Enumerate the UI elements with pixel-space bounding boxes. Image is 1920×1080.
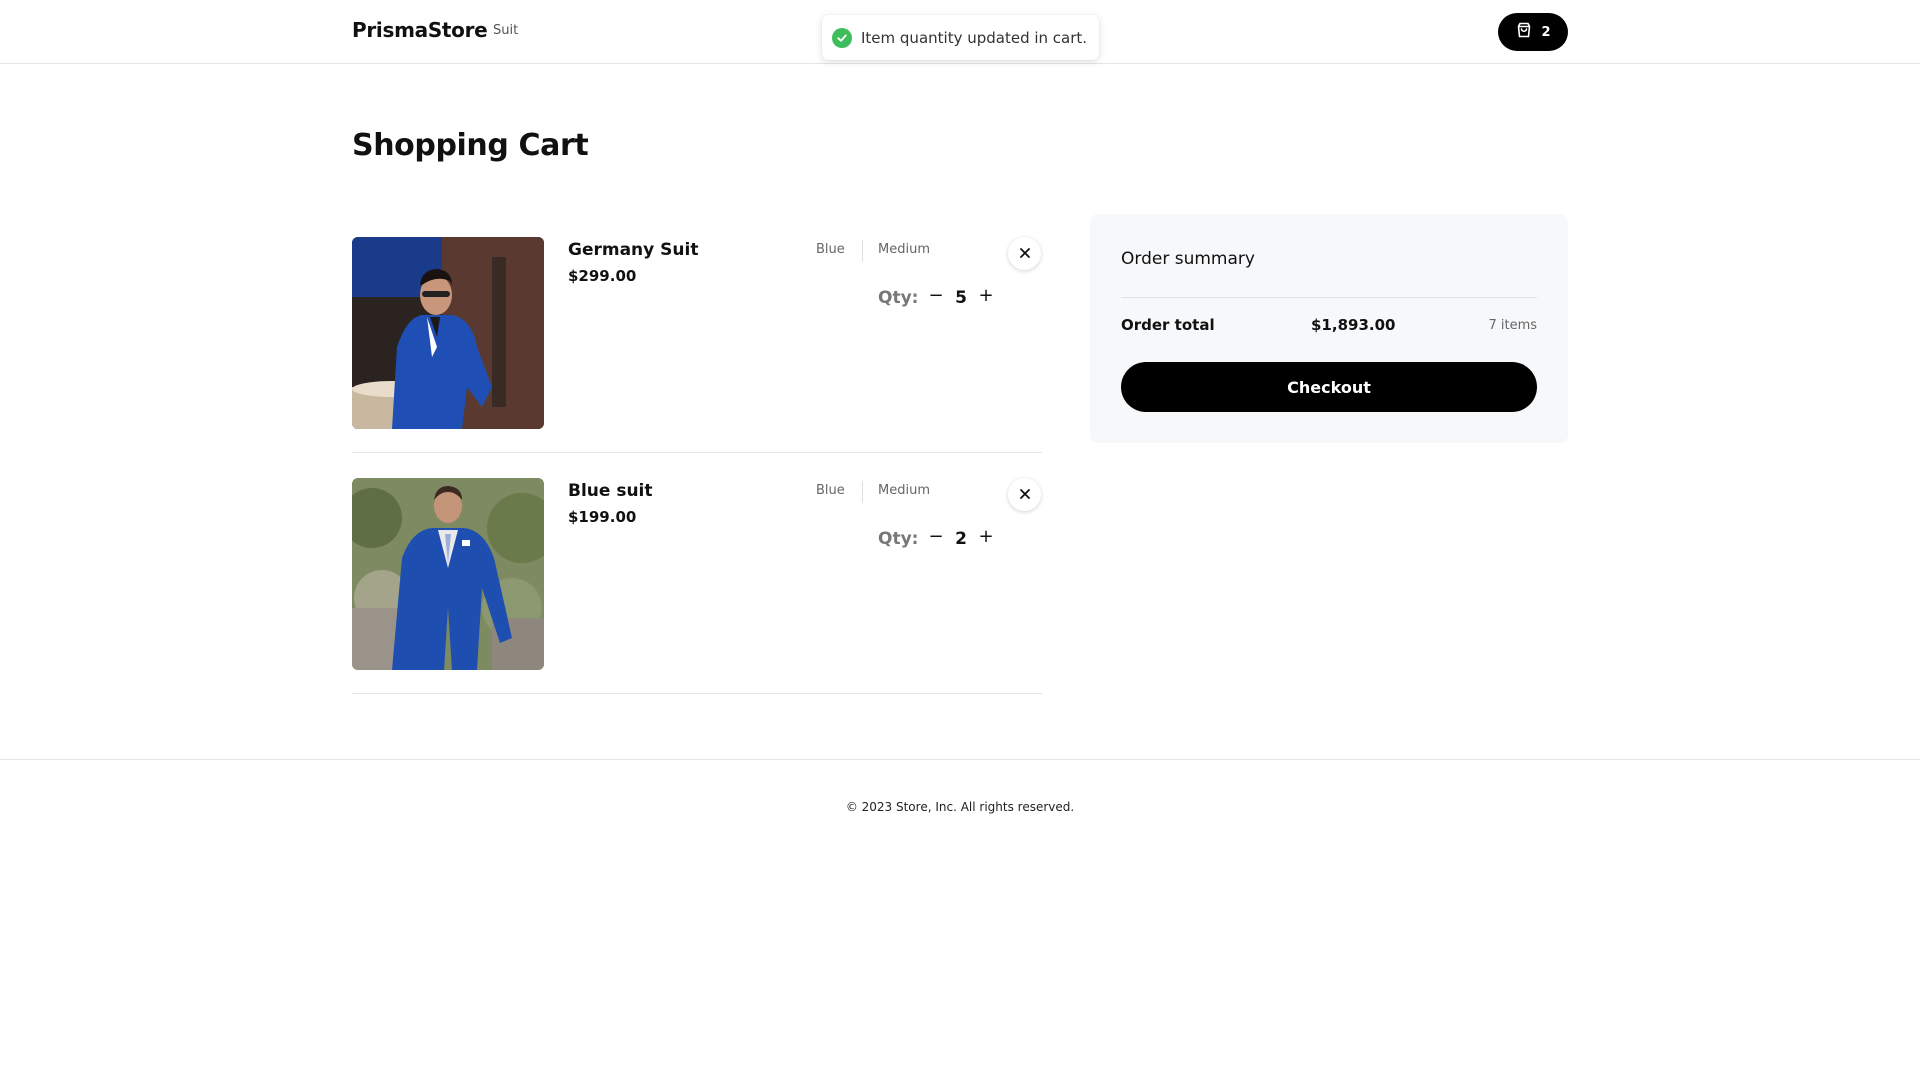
toast-message: Item quantity updated in cart.	[861, 28, 1088, 47]
product-image[interactable]	[352, 237, 544, 429]
cart-button[interactable]: 2	[1498, 13, 1568, 51]
cart-count-badge: 2	[1541, 24, 1551, 40]
product-color: Blue	[816, 242, 845, 257]
quantity-value: 5	[955, 288, 967, 308]
close-icon	[1019, 244, 1031, 263]
product-name[interactable]: Germany Suit	[568, 240, 698, 260]
quantity-label: Qty:	[878, 288, 919, 308]
product-price: $299.00	[568, 267, 637, 285]
order-summary-panel: Order summary Order total $1,893.00 7 it…	[1090, 214, 1568, 443]
page-title: Shopping Cart	[352, 128, 589, 163]
quantity-increase-button[interactable]: +	[976, 285, 996, 309]
nav-link-suit[interactable]: Suit	[493, 23, 518, 38]
product-price: $199.00	[568, 508, 637, 526]
quantity-label: Qty:	[878, 529, 919, 549]
product-size: Medium	[878, 242, 930, 257]
order-total-label: Order total	[1121, 316, 1215, 334]
footer-copyright: © 2023 Store, Inc. All rights reserved.	[845, 800, 1075, 814]
footer-divider	[0, 759, 1920, 760]
order-items-count: 7 items	[1488, 318, 1537, 333]
order-total-amount: $1,893.00	[1311, 316, 1396, 334]
cart-item: Germany Suit $299.00 Blue Medium Qty: − …	[352, 212, 1042, 453]
remove-item-button[interactable]	[1008, 237, 1041, 270]
product-image[interactable]	[352, 478, 544, 670]
attribute-divider	[862, 481, 863, 503]
order-summary-title: Order summary	[1121, 249, 1255, 269]
checkout-button[interactable]: Checkout	[1121, 362, 1537, 412]
quantity-decrease-button[interactable]: −	[926, 285, 946, 309]
product-name[interactable]: Blue suit	[568, 481, 653, 501]
check-circle-icon	[832, 27, 852, 48]
product-color: Blue	[816, 483, 845, 498]
toast-notification: Item quantity updated in cart.	[822, 15, 1099, 60]
shopping-bag-icon	[1515, 21, 1533, 43]
quantity-increase-button[interactable]: +	[976, 526, 996, 550]
close-icon	[1019, 485, 1031, 504]
quantity-decrease-button[interactable]: −	[926, 526, 946, 550]
site-header: PrismaStore Suit Item quantity updated i…	[0, 0, 1920, 64]
brand-logo[interactable]: PrismaStore	[352, 18, 488, 42]
remove-item-button[interactable]	[1008, 478, 1041, 511]
cart-item-list: Germany Suit $299.00 Blue Medium Qty: − …	[352, 212, 1042, 694]
summary-divider	[1121, 297, 1537, 298]
quantity-value: 2	[955, 529, 967, 549]
product-size: Medium	[878, 483, 930, 498]
attribute-divider	[862, 240, 863, 262]
cart-item: Blue suit $199.00 Blue Medium Qty: − 2 +	[352, 453, 1042, 694]
